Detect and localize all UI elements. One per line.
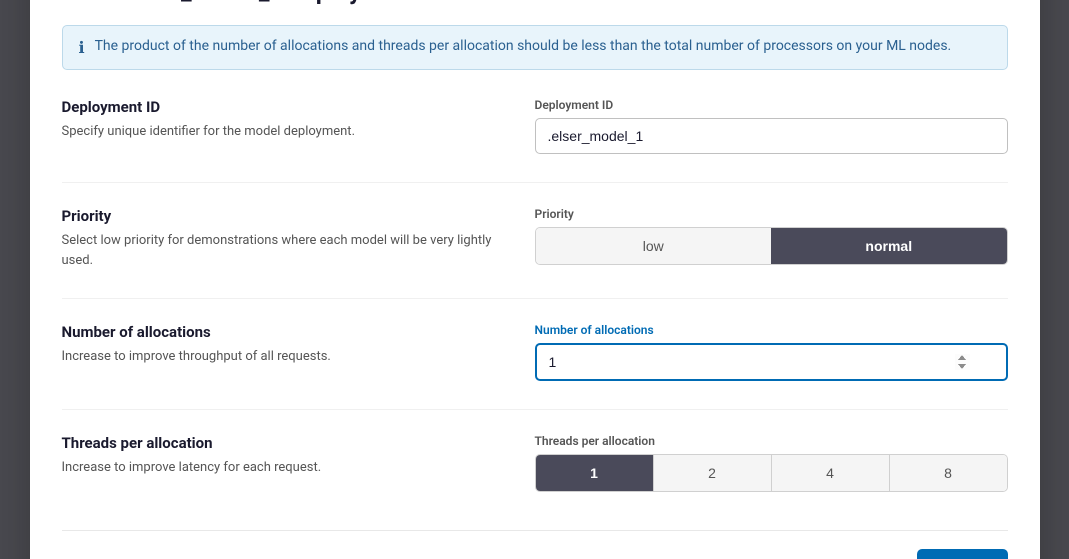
priority-section-desc: Select low priority for demonstrations w… bbox=[62, 231, 503, 270]
row-divider-2 bbox=[62, 298, 1008, 299]
threads-input-area: Threads per allocation 1 2 4 8 bbox=[535, 434, 1008, 520]
threads-1-button[interactable]: 1 bbox=[536, 455, 654, 491]
deployment-id-label: Deployment ID bbox=[535, 98, 1008, 112]
deployment-id-section-title: Deployment ID bbox=[62, 98, 503, 116]
row-divider-1 bbox=[62, 182, 1008, 183]
info-banner: ℹ The product of the number of allocatio… bbox=[62, 25, 1008, 70]
priority-toggle: low normal bbox=[535, 227, 1008, 265]
allocations-section-desc: Increase to improve throughput of all re… bbox=[62, 347, 503, 367]
threads-section-desc: Increase to improve latency for each req… bbox=[62, 458, 503, 478]
allocations-stepper-wrapper bbox=[535, 343, 1008, 381]
priority-low-button[interactable]: low bbox=[536, 228, 772, 264]
form-grid: Deployment ID Specify unique identifier … bbox=[62, 98, 1008, 520]
deployment-id-section-desc: Specify unique identifier for the model … bbox=[62, 122, 503, 142]
priority-desc: Priority Select low priority for demonst… bbox=[62, 207, 535, 298]
footer-actions: Cancel Start bbox=[823, 549, 1008, 559]
threads-label: Threads per allocation bbox=[535, 434, 1008, 448]
modal-title: Start .elser_model_1 deployment bbox=[62, 0, 1008, 5]
priority-normal-button[interactable]: normal bbox=[771, 228, 1007, 264]
start-button[interactable]: Start bbox=[917, 549, 1007, 559]
allocations-input[interactable] bbox=[535, 343, 1008, 381]
deployment-id-input-area: Deployment ID bbox=[535, 98, 1008, 182]
allocations-desc: Number of allocations Increase to improv… bbox=[62, 323, 535, 409]
deployment-id-field[interactable] bbox=[535, 118, 1008, 154]
allocations-label: Number of allocations bbox=[535, 323, 1008, 337]
deployment-id-desc: Deployment ID Specify unique identifier … bbox=[62, 98, 535, 182]
threads-4-button[interactable]: 4 bbox=[772, 455, 890, 491]
threads-toggle: 1 2 4 8 bbox=[535, 454, 1008, 492]
threads-8-button[interactable]: 8 bbox=[890, 455, 1007, 491]
priority-section-title: Priority bbox=[62, 207, 503, 225]
allocations-input-area: Number of allocations bbox=[535, 323, 1008, 409]
banner-text: The product of the number of allocations… bbox=[95, 38, 952, 54]
priority-label: Priority bbox=[535, 207, 1008, 221]
row-divider-3 bbox=[62, 409, 1008, 410]
threads-desc: Threads per allocation Increase to impro… bbox=[62, 434, 535, 520]
modal-overlay: × Start .elser_model_1 deployment ℹ The … bbox=[0, 0, 1069, 559]
modal-footer: Learn more ↗ Cancel Start bbox=[62, 530, 1008, 559]
info-icon: ℹ bbox=[79, 38, 85, 57]
allocations-section-title: Number of allocations bbox=[62, 323, 503, 341]
modal-dialog: × Start .elser_model_1 deployment ℹ The … bbox=[30, 0, 1040, 559]
priority-input-area: Priority low normal bbox=[535, 207, 1008, 298]
cancel-button[interactable]: Cancel bbox=[823, 550, 906, 559]
threads-2-button[interactable]: 2 bbox=[654, 455, 772, 491]
threads-section-title: Threads per allocation bbox=[62, 434, 503, 452]
